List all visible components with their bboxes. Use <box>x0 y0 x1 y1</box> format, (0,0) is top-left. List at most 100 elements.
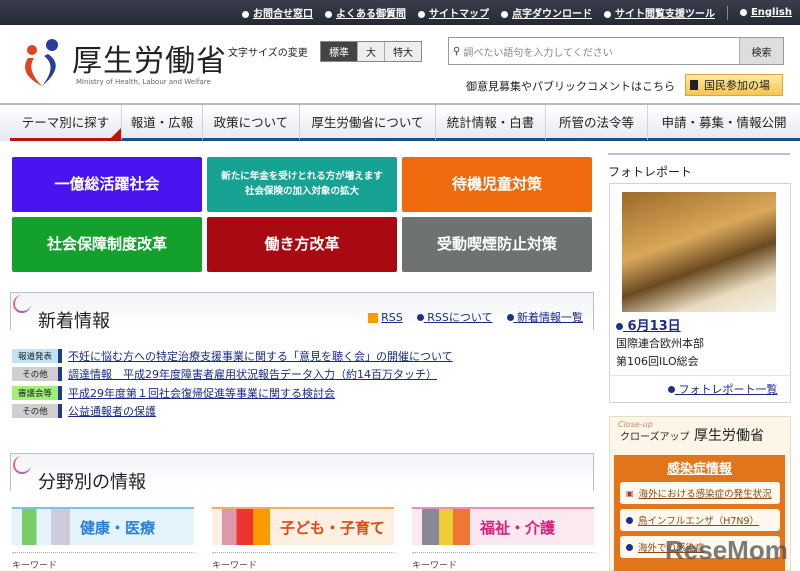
category-label: 健康・医療 <box>80 518 156 537</box>
tile-smoking[interactable]: 受動喫煙防止対策 <box>402 217 592 272</box>
tile-label: 社会保障制度改革 <box>46 235 167 254</box>
bullet-icon <box>626 516 633 524</box>
link-label: サイトマップ <box>428 9 489 20</box>
photo-report-image[interactable] <box>622 192 776 312</box>
section-title: 分野別の情報 <box>38 472 146 493</box>
photo-report-list-link[interactable]: フォトレポート一覧 <box>668 381 778 397</box>
nav-label: 政策について <box>213 115 289 130</box>
link-label: サイト閲覧支援ツール <box>614 9 715 20</box>
news-item: その他 調達情報 平成29年度障害者雇用状況報告データ入力（約14百万タッチ） <box>12 366 437 382</box>
document-icon: ▣ <box>626 488 634 498</box>
closeup-item[interactable]: 鳥インフルエンザ（H7N9） <box>620 509 780 531</box>
search-button[interactable]: 検索 <box>739 38 783 64</box>
public-comment-text: 御意見募集やパブリックコメントはこちら <box>466 80 675 93</box>
font-size-xlarge-button[interactable]: 特大 <box>384 42 421 61</box>
swirl-icon <box>13 295 31 313</box>
tile-ichioku[interactable]: 一億総活躍社会 <box>12 157 202 212</box>
closeup-kana: クローズアップ <box>620 432 690 443</box>
tile-label: 社会保険の加入対象の拡大 <box>244 185 359 197</box>
public-participation-button[interactable]: 国民参加の場 <box>685 74 783 96</box>
news-list-link[interactable]: 新着情報一覧 <box>506 309 583 325</box>
closeup-ministry: 厚生労働省 <box>693 428 764 444</box>
link-label: フォトレポート一覧 <box>678 383 778 396</box>
category-badge: その他 <box>12 404 62 418</box>
family-icon <box>222 509 270 545</box>
category-label: 福祉・介護 <box>480 518 556 537</box>
category-badge: 審議会等 <box>12 386 62 400</box>
nav-applications[interactable]: 申請・募集・情報公開 <box>648 105 800 141</box>
photo-date-link[interactable]: 6月13日 <box>616 315 681 334</box>
rss-icon <box>368 312 379 323</box>
nav-press[interactable]: 報道・広報 <box>122 105 203 141</box>
rss-about-link[interactable]: RSSについて <box>416 309 493 325</box>
search-placeholder: 調べたい語句を入力してください <box>463 47 613 59</box>
nav-laws[interactable]: 所管の法令等 <box>546 105 648 141</box>
tile-label: 待機児童対策 <box>451 175 542 194</box>
item-link[interactable]: 海外における感染症の発生状況 <box>639 486 772 500</box>
nav-label: 厚生労働省について <box>311 115 424 130</box>
wheelchair-icon <box>422 509 470 545</box>
link-label: よくある御質問 <box>335 9 406 20</box>
font-size-large-button[interactable]: 大 <box>357 42 384 61</box>
link-label: 点字ダウンロード <box>511 9 592 20</box>
tile-work-reform[interactable]: 働き方改革 <box>207 217 397 272</box>
nav-label: 統計情報・白書 <box>446 115 535 130</box>
news-item: 審議会等 平成29年度第１回社会復帰促進等事業に関する検討会 <box>12 385 335 401</box>
photo-caption-line2: 第106回ILO総会 <box>616 355 699 368</box>
nav-label: 申請・募集・情報公開 <box>661 115 787 130</box>
link-label: English <box>750 7 792 18</box>
tile-label: 一億総活躍社会 <box>54 175 160 194</box>
category-badge: その他 <box>12 367 62 381</box>
utility-bar: お問合せ窓口 よくある御質問 サイトマップ 点字ダウンロード サイト閲覧支援ツー… <box>0 0 800 25</box>
keyword-label: キーワード <box>12 552 194 571</box>
logo-title[interactable]: 厚生労働省 <box>72 36 227 80</box>
news-link[interactable]: 調達情報 平成29年度障害者雇用状況報告データ入力（約14百万タッチ） <box>68 366 437 382</box>
tile-pension[interactable]: 新たに年金を受けとれる方が増えます 社会保険の加入対象の拡大 <box>207 157 397 212</box>
tile-childcare[interactable]: 待機児童対策 <box>402 157 592 212</box>
arrow-icon <box>690 80 698 90</box>
news-section-header: 新着情報 RSS RSSについて 新着情報一覧 <box>10 292 594 332</box>
tile-label: 働き方改革 <box>264 235 340 254</box>
swirl-icon <box>13 456 31 474</box>
item-link[interactable]: 鳥インフルエンザ（H7N9） <box>638 513 759 527</box>
news-link[interactable]: 不妊に悩む方への特定治療支援事業に関する「意見を聴く会」の開催について <box>68 348 453 364</box>
search-input[interactable]: ⚲ 調べたい語句を入力してください <box>449 38 739 64</box>
nav-label: テーマ別に探す <box>21 115 110 130</box>
logo-subtitle: Ministry of Health, Labour and Welfare <box>76 78 211 86</box>
font-size-label: 文字サイズの変更 <box>228 48 308 59</box>
nav-policy[interactable]: 政策について <box>203 105 300 141</box>
font-size-switcher: 標準 大 特大 <box>320 41 422 62</box>
nav-about[interactable]: 厚生労働省について <box>300 105 436 141</box>
accessibility-tool-link[interactable]: サイト閲覧支援ツール <box>603 5 715 20</box>
news-item: その他 公益通報者の保護 <box>12 403 156 419</box>
font-size-standard-button[interactable]: 標準 <box>321 42 357 61</box>
tile-label: 受動喫煙防止対策 <box>436 235 557 254</box>
rss-link[interactable]: RSS <box>368 311 403 324</box>
category-children[interactable]: 子ども・子育て <box>212 507 394 545</box>
infection-heading[interactable]: 感染症情報 <box>614 458 785 477</box>
braille-download-link[interactable]: 点字ダウンロード <box>500 5 592 20</box>
global-nav: テーマ別に探す 報道・広報 政策について 厚生労働省について 統計情報・白書 所… <box>0 103 800 141</box>
tile-social-security[interactable]: 社会保障制度改革 <box>12 217 202 272</box>
nav-theme[interactable]: テーマ別に探す <box>10 105 122 141</box>
doctor-patient-icon <box>22 509 70 545</box>
section-title: 新着情報 <box>38 311 110 332</box>
button-label: 国民参加の場 <box>704 79 770 92</box>
news-link[interactable]: 公益通報者の保護 <box>68 403 156 419</box>
contact-link[interactable]: お問合せ窓口 <box>241 5 313 20</box>
category-health[interactable]: 健康・医療 <box>12 507 194 545</box>
closeup-item[interactable]: ▣ 海外における感染症の発生状況 <box>620 482 780 504</box>
ministry-logo-icon[interactable] <box>18 36 68 88</box>
news-link[interactable]: 平成29年度第１回社会復帰促進等事業に関する検討会 <box>68 385 335 401</box>
english-link[interactable]: English <box>739 7 792 18</box>
nav-label: 報道・広報 <box>130 115 194 130</box>
nav-statistics[interactable]: 統計情報・白書 <box>436 105 546 141</box>
link-label: RSS <box>381 310 403 324</box>
sitemap-link[interactable]: サイトマップ <box>417 5 489 20</box>
faq-link[interactable]: よくある御質問 <box>324 5 406 20</box>
resemom-watermark: ReseMom <box>665 535 788 565</box>
link-label: 新着情報一覧 <box>517 311 583 324</box>
divider <box>726 5 728 20</box>
keyword-label: キーワード <box>212 552 394 571</box>
category-welfare[interactable]: 福祉・介護 <box>412 507 594 545</box>
